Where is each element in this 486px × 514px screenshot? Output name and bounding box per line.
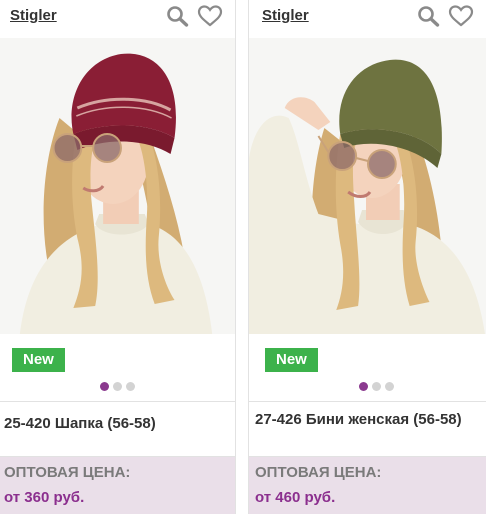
price-box: ОПТОВАЯ ЦЕНА: от 460 руб. — [249, 456, 486, 514]
divider — [249, 401, 486, 402]
product-image[interactable] — [0, 38, 235, 334]
image-carousel-dots — [249, 382, 486, 392]
price-label: ОПТОВАЯ ЦЕНА: — [4, 464, 131, 481]
carousel-dot[interactable] — [113, 382, 122, 391]
price-box: ОПТОВАЯ ЦЕНА: от 360 руб. — [0, 456, 235, 514]
brand-link[interactable]: Stigler — [262, 7, 309, 24]
search-icon[interactable] — [416, 4, 442, 28]
divider — [0, 401, 235, 402]
carousel-dot[interactable] — [385, 382, 394, 391]
image-carousel-dots — [0, 382, 235, 392]
heart-icon[interactable] — [197, 4, 223, 28]
card-header: Stigler — [0, 0, 235, 36]
heart-icon[interactable] — [448, 4, 474, 28]
carousel-dot[interactable] — [359, 382, 368, 391]
product-card: Stigler — [248, 0, 486, 514]
price-value: от 360 руб. — [4, 489, 85, 506]
brand-link[interactable]: Stigler — [10, 7, 57, 24]
product-image[interactable] — [249, 38, 486, 334]
new-badge: New — [12, 348, 65, 372]
carousel-dot[interactable] — [100, 382, 109, 391]
product-title[interactable]: 25-420 Шапка (56-58) — [4, 414, 227, 433]
price-label: ОПТОВАЯ ЦЕНА: — [255, 464, 382, 481]
product-title[interactable]: 27-426 Бини женская (56-58) — [255, 410, 478, 429]
product-card: Stigler — [0, 0, 236, 514]
search-icon[interactable] — [165, 4, 191, 28]
new-badge: New — [265, 348, 318, 372]
card-header: Stigler — [249, 0, 486, 36]
carousel-dot[interactable] — [372, 382, 381, 391]
product-grid: Stigler New 25-420 Шапка (56-58) ОПТОВАЯ… — [0, 0, 486, 514]
carousel-dot[interactable] — [126, 382, 135, 391]
price-value: от 460 руб. — [255, 489, 336, 506]
